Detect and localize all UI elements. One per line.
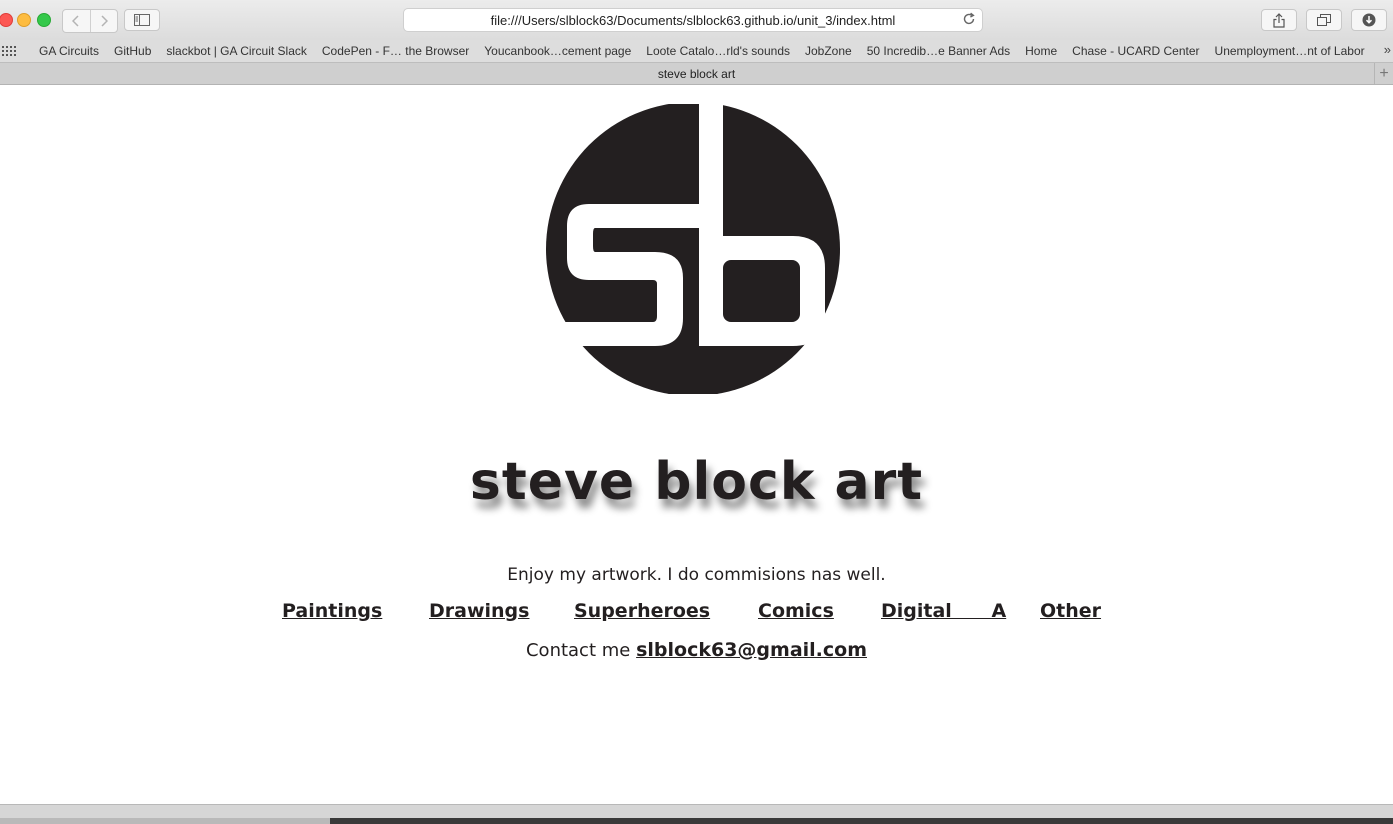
sidebar-button[interactable] [124, 9, 160, 31]
bookmark-codepen[interactable]: CodePen - F… the Browser [322, 44, 469, 58]
downloads-button[interactable] [1351, 9, 1387, 31]
reload-icon [963, 12, 975, 25]
download-icon [1362, 13, 1376, 27]
nav-link-other[interactable]: Other [1040, 600, 1101, 622]
sidebar-icon [134, 14, 150, 26]
close-window-button[interactable] [0, 13, 13, 27]
contact-label: Contact me [525, 640, 631, 661]
share-icon [1273, 12, 1285, 28]
web-page: sb steve block art Enjoy my artwork. I d… [0, 86, 1393, 804]
nav-link-paintings[interactable]: Paintings [282, 600, 382, 622]
top-sites-button[interactable] [2, 45, 24, 57]
bookmark-slackbot[interactable]: slackbot | GA Circuit Slack [166, 44, 307, 58]
maximize-window-button[interactable] [37, 13, 51, 27]
contact-email-link[interactable]: slblock63@gmail.com [636, 639, 867, 661]
bookmark-banner-ads[interactable]: 50 Incredib…e Banner Ads [867, 44, 1010, 58]
nav-link-superheroes[interactable]: Superheroes [574, 600, 710, 622]
nav-link-comics[interactable]: Comics [758, 600, 834, 622]
back-button[interactable] [63, 10, 90, 32]
bookmark-jobzone[interactable]: JobZone [805, 44, 852, 58]
bookmark-unemployment[interactable]: Unemployment…nt of Labor [1215, 44, 1365, 58]
desktop-strip [0, 818, 1393, 824]
contact-line: Contact me slblock63@gmail.com [0, 639, 1393, 661]
reload-button[interactable] [962, 12, 976, 29]
share-button[interactable] [1261, 9, 1297, 31]
browser-toolbar: file:///Users/slblock63/Documents/slbloc… [0, 0, 1393, 40]
bookmark-loote-catalog[interactable]: Loote Catalo…rld's sounds [646, 44, 790, 58]
logo-text: sb [0, 86, 1, 87]
chevron-left-icon [72, 15, 79, 27]
grid-icon [2, 45, 16, 56]
tab-bar: steve block art + [0, 62, 1393, 85]
sb-logo [546, 104, 840, 394]
more-bookmarks-button[interactable]: » [1384, 42, 1391, 57]
address-text: file:///Users/slblock63/Documents/slbloc… [490, 12, 896, 28]
page-title: steve block art [469, 452, 924, 512]
address-bar[interactable]: file:///Users/slblock63/Documents/slbloc… [403, 8, 983, 32]
bookmarks-bar: GA Circuits GitHub slackbot | GA Circuit… [0, 40, 1393, 62]
status-bar [0, 804, 1393, 819]
bookmark-ga-circuits[interactable]: GA Circuits [39, 44, 99, 58]
new-tab-button[interactable]: + [1374, 63, 1393, 84]
bookmark-chase[interactable]: Chase - UCARD Center [1072, 44, 1199, 58]
tabs-icon [1317, 14, 1331, 26]
bookmark-home[interactable]: Home [1025, 44, 1057, 58]
forward-button[interactable] [89, 10, 118, 32]
tabs-overview-button[interactable] [1306, 9, 1342, 31]
gallery-nav: Paintings Drawings Superheroes Comics Di… [0, 600, 1393, 626]
nav-link-digital-art[interactable]: Digital A [881, 600, 1009, 622]
tab-active[interactable]: steve block art [658, 67, 735, 81]
chevron-right-icon [101, 15, 108, 27]
history-nav [62, 9, 118, 33]
nav-link-drawings[interactable]: Drawings [429, 600, 529, 622]
bookmark-github[interactable]: GitHub [114, 44, 151, 58]
minimize-window-button[interactable] [17, 13, 31, 27]
bookmark-youcanbook[interactable]: Youcanbook…cement page [484, 44, 631, 58]
tagline: Enjoy my artwork. I do commisions nas we… [507, 565, 886, 585]
